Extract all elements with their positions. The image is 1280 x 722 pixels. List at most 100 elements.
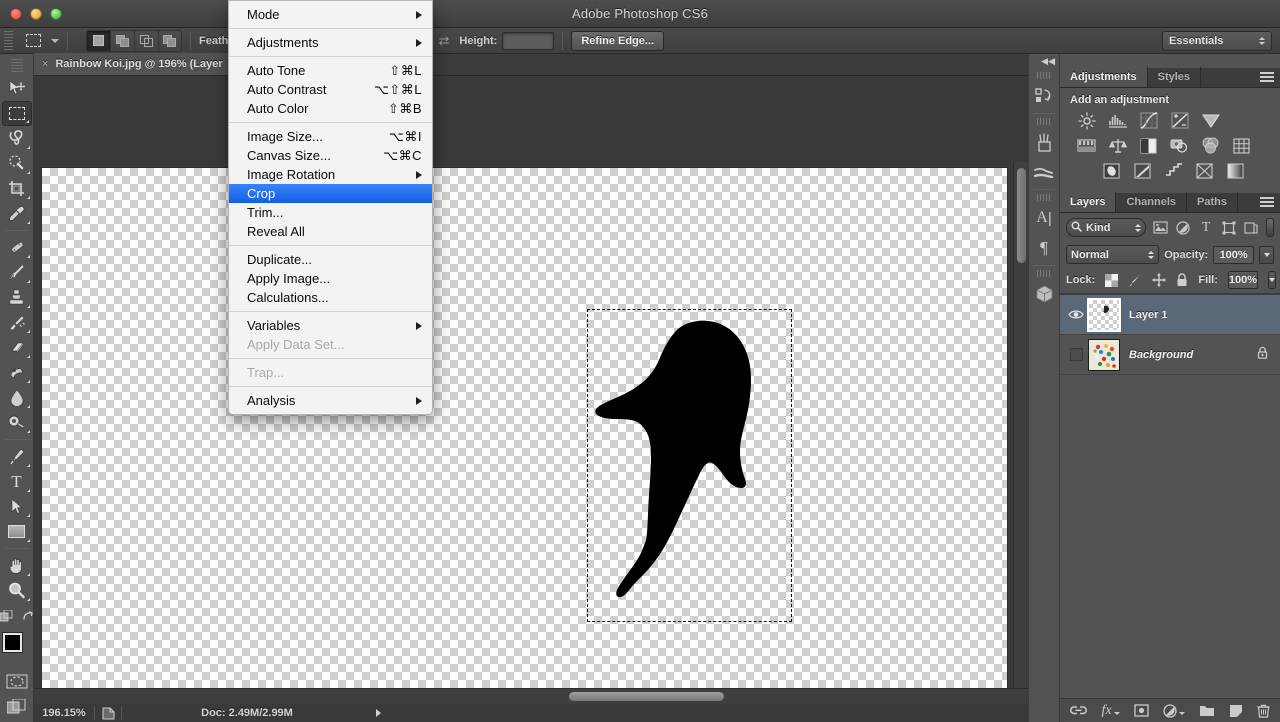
tab-channels[interactable]: Channels (1116, 192, 1187, 212)
rail-gripper[interactable] (1037, 194, 1051, 201)
rectangle-tool[interactable] (2, 519, 32, 544)
history-panel-icon[interactable] (1029, 81, 1059, 111)
threshold-icon[interactable] (1161, 160, 1186, 181)
rectangular-marquee-icon[interactable] (19, 31, 47, 51)
blur-tool[interactable] (2, 385, 32, 410)
color-lookup-icon[interactable] (1229, 135, 1254, 156)
lasso-tool[interactable] (2, 126, 32, 151)
history-brush-tool[interactable] (2, 310, 32, 335)
layer-filter-kind-select[interactable]: Kind (1066, 218, 1147, 237)
crop-tool[interactable] (2, 176, 32, 201)
shape-layers-filter-icon[interactable] (1220, 218, 1237, 237)
quick-mask-mode-icon[interactable] (2, 669, 32, 694)
move-tool[interactable] (2, 76, 32, 101)
close-document-icon[interactable]: × (42, 58, 48, 70)
menu-item-variables[interactable]: Variables (229, 316, 432, 335)
lock-image-pixels-icon[interactable] (1128, 273, 1142, 287)
horizontal-scrollbar-thumb[interactable] (569, 692, 724, 701)
add-to-selection-button[interactable] (110, 29, 134, 52)
spot-healing-brush-tool[interactable] (2, 235, 32, 260)
exposure-icon[interactable] (1167, 110, 1192, 131)
black-white-icon[interactable] (1136, 135, 1161, 156)
posterize-icon[interactable] (1130, 160, 1155, 181)
zoom-tool[interactable] (2, 578, 32, 603)
eyedropper-tool[interactable] (2, 201, 32, 226)
image-canvas[interactable] (42, 168, 1007, 688)
layer-row-layer-1[interactable]: Layer 1 (1060, 295, 1280, 335)
menu-item-calculations[interactable]: Calculations... (229, 288, 432, 307)
dodge-tool[interactable] (2, 410, 32, 435)
opacity-value[interactable]: 100% (1213, 245, 1255, 264)
quick-selection-tool[interactable] (2, 151, 32, 176)
edit-toolbar-icon[interactable] (0, 609, 14, 627)
lock-all-icon[interactable] (1176, 273, 1188, 287)
hand-tool[interactable] (2, 553, 32, 578)
collapse-panels-icon[interactable]: ◀◀ (1029, 54, 1059, 68)
height-input[interactable] (502, 31, 555, 50)
workspace-selector[interactable]: Essentials (1162, 30, 1272, 51)
layer-name[interactable]: Background (1129, 349, 1257, 361)
brush-panel-icon[interactable] (1029, 127, 1059, 157)
fill-chevron-down-icon[interactable] (1268, 271, 1277, 289)
vertical-scrollbar[interactable] (1013, 162, 1028, 722)
rail-gripper[interactable] (1037, 118, 1051, 125)
levels-icon[interactable] (1105, 110, 1130, 131)
new-group-icon[interactable] (1199, 704, 1215, 717)
filter-toggle-icon[interactable] (1265, 218, 1274, 237)
tab-styles[interactable]: Styles (1148, 67, 1202, 87)
adjustments-panel-menu-icon[interactable] (1260, 72, 1274, 84)
character-panel-icon[interactable]: A | (1029, 203, 1059, 233)
menu-item-auto-tone[interactable]: Auto Tone ⇧⌘L (229, 61, 432, 80)
pen-tool[interactable] (2, 444, 32, 469)
delete-layer-icon[interactable] (1257, 704, 1270, 718)
menu-item-trim[interactable]: Trim... (229, 203, 432, 222)
subtract-from-selection-button[interactable] (134, 29, 158, 52)
add-layer-mask-icon[interactable] (1133, 704, 1149, 717)
pixel-layers-filter-icon[interactable] (1152, 218, 1169, 237)
selective-color-icon[interactable] (1192, 160, 1217, 181)
opacity-chevron-down-icon[interactable] (1259, 245, 1274, 264)
menu-item-auto-color[interactable]: Auto Color ⇧⌘B (229, 99, 432, 118)
document-tab[interactable]: × Rainbow Koi.jpg @ 196% (Layer (34, 53, 236, 75)
layers-panel-menu-icon[interactable] (1260, 197, 1274, 209)
tab-layers[interactable]: Layers (1060, 192, 1117, 212)
vertical-scrollbar-thumb[interactable] (1017, 168, 1026, 263)
fill-value[interactable]: 100% (1227, 271, 1259, 289)
screen-mode-icon[interactable] (2, 694, 32, 719)
foreground-color-swatch[interactable] (2, 633, 22, 652)
menu-item-adjustments[interactable]: Adjustments (229, 33, 432, 52)
layer-visibility-toggle[interactable] (1064, 348, 1088, 361)
brush-tool[interactable] (2, 260, 32, 285)
new-adjustment-layer-icon[interactable] (1162, 703, 1185, 718)
gradient-tool[interactable] (2, 360, 32, 385)
curves-icon[interactable] (1136, 110, 1161, 131)
layer-name[interactable]: Layer 1 (1129, 309, 1280, 321)
menu-item-analysis[interactable]: Analysis (229, 391, 432, 410)
swap-dimensions-icon[interactable]: ⇄ (439, 33, 450, 49)
layer-thumbnail[interactable] (1087, 297, 1121, 332)
tab-paths[interactable]: Paths (1187, 192, 1238, 212)
gradient-map-icon[interactable] (1223, 160, 1248, 181)
menu-item-mode[interactable]: Mode (229, 5, 432, 24)
brush-presets-panel-icon[interactable] (1029, 157, 1059, 187)
clone-stamp-tool[interactable] (2, 285, 32, 310)
menu-item-canvas-size[interactable]: Canvas Size... ⌥⌘C (229, 146, 432, 165)
blend-mode-select[interactable]: Normal (1066, 245, 1160, 264)
menu-item-duplicate[interactable]: Duplicate... (229, 250, 432, 269)
menu-item-image-rotation[interactable]: Image Rotation (229, 165, 432, 184)
zoom-level-field[interactable]: 196.15% (34, 707, 94, 719)
smart-object-filter-icon[interactable] (1243, 218, 1260, 237)
canvas-area[interactable] (34, 76, 1028, 722)
refine-edge-button[interactable]: Refine Edge... (571, 30, 665, 51)
document-proxy-icon[interactable] (95, 707, 121, 720)
layer-thumbnail[interactable] (1088, 338, 1120, 371)
invert-icon[interactable] (1099, 160, 1124, 181)
link-layers-icon[interactable] (1070, 705, 1088, 716)
brightness-contrast-icon[interactable] (1074, 110, 1099, 131)
layer-row-background[interactable]: Background (1060, 335, 1280, 375)
channel-mixer-icon[interactable] (1198, 135, 1223, 156)
rail-gripper[interactable] (1037, 270, 1051, 277)
lock-position-icon[interactable] (1152, 273, 1167, 287)
rail-gripper[interactable] (1037, 72, 1051, 79)
adjustment-layers-filter-icon[interactable] (1175, 218, 1192, 237)
